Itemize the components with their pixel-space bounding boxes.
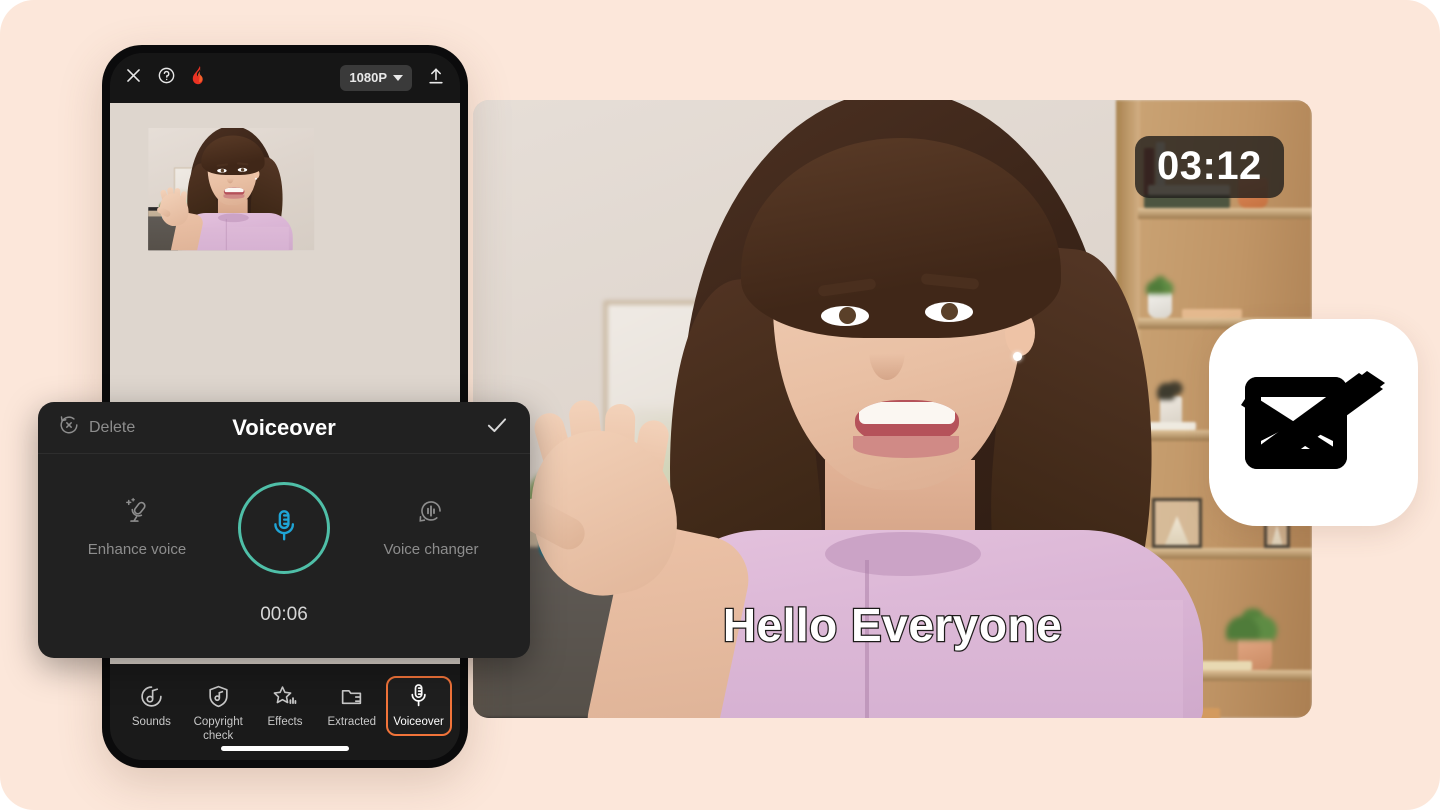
recording-elapsed-time: 00:06 bbox=[260, 604, 308, 625]
timer-badge: 03:12 bbox=[1135, 136, 1284, 198]
nose bbox=[869, 322, 905, 380]
tool-label: Sounds bbox=[131, 716, 171, 728]
tool-label: Effects bbox=[267, 716, 303, 728]
shield-music-icon bbox=[206, 683, 231, 709]
tool-label-line1: Copyright bbox=[193, 716, 243, 728]
folder-extract-icon bbox=[339, 683, 364, 709]
flame-icon[interactable] bbox=[190, 65, 209, 91]
earring bbox=[1013, 352, 1022, 361]
iris-left bbox=[839, 307, 856, 324]
resolution-selector[interactable]: 1080P bbox=[340, 65, 412, 91]
star-effects-icon bbox=[272, 683, 298, 709]
voice-changer-icon bbox=[416, 496, 446, 530]
editor-topbar: 1080P bbox=[110, 53, 460, 103]
enhance-voice-button[interactable]: Enhance voice bbox=[62, 496, 212, 558]
tool-extracted[interactable]: Extracted bbox=[319, 676, 385, 736]
voice-changer-label: Voice changer bbox=[383, 541, 479, 558]
magic-mic-icon bbox=[122, 496, 152, 530]
voiceover-panel: Delete Voiceover Enhance voice Voice cha… bbox=[38, 402, 530, 658]
voiceover-panel-body: Enhance voice Voice changer 00:06 bbox=[38, 454, 530, 658]
microphone-record-icon bbox=[267, 508, 301, 549]
voice-changer-button[interactable]: Voice changer bbox=[356, 496, 506, 558]
delete-button[interactable]: Delete bbox=[58, 414, 135, 441]
help-circle-icon[interactable] bbox=[157, 66, 176, 90]
video-caption: Hello Everyone bbox=[722, 598, 1063, 653]
tool-label: Extracted bbox=[327, 716, 377, 728]
tool-voiceover[interactable]: Voiceover bbox=[385, 676, 452, 737]
confirm-button[interactable] bbox=[484, 412, 510, 443]
home-indicator bbox=[221, 746, 349, 751]
microphone-icon bbox=[406, 683, 431, 709]
page-canvas: 03:12 Hello Everyone 1080P Sounds Copyri… bbox=[0, 0, 1440, 810]
close-icon[interactable] bbox=[124, 66, 143, 90]
shirt-collar bbox=[825, 532, 981, 576]
record-button[interactable] bbox=[238, 482, 330, 574]
tool-effects[interactable]: Effects bbox=[252, 676, 318, 736]
upload-icon[interactable] bbox=[426, 66, 446, 91]
iris-right bbox=[941, 303, 958, 320]
delete-label: Delete bbox=[89, 418, 136, 436]
voiceover-panel-header: Delete Voiceover bbox=[38, 402, 530, 454]
lower-lip bbox=[853, 436, 959, 458]
tool-copyright-check[interactable]: Copyright check bbox=[185, 676, 251, 750]
tool-label-line2: check bbox=[203, 730, 234, 743]
tool-label: Voiceover bbox=[393, 716, 444, 728]
music-disc-icon bbox=[139, 683, 164, 709]
undo-delete-icon bbox=[58, 414, 80, 441]
chevron-down-icon bbox=[393, 74, 403, 81]
enhance-voice-label: Enhance voice bbox=[87, 541, 187, 558]
phone-preview-scene bbox=[110, 103, 439, 374]
resolution-label: 1080P bbox=[349, 70, 387, 85]
capcut-logo-icon bbox=[1209, 319, 1418, 526]
video-preview-panel[interactable]: 03:12 Hello Everyone bbox=[473, 100, 1312, 718]
tool-sounds[interactable]: Sounds bbox=[118, 676, 184, 736]
